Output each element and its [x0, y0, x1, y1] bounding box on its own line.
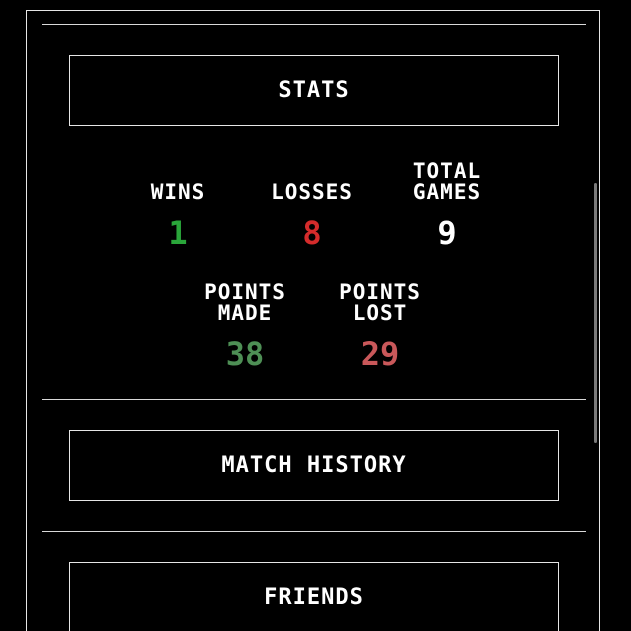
stats-button[interactable]: STATS — [69, 55, 559, 126]
total-games-value: 9 — [437, 214, 457, 252]
total-games-label: TOTAL GAMES — [412, 159, 482, 204]
scrollbar-thumb[interactable] — [594, 183, 597, 443]
friends-button-label: FRIENDS — [264, 585, 364, 610]
points-made-label: POINTS MADE — [204, 280, 286, 325]
points-made-value: 38 — [225, 335, 265, 373]
match-history-button-label: MATCH HISTORY — [221, 453, 407, 478]
wins-stat: WINS 1 — [118, 180, 238, 252]
match-history-divider — [42, 531, 586, 532]
match-history-button[interactable]: MATCH HISTORY — [69, 430, 559, 501]
wins-label: WINS — [150, 180, 206, 204]
losses-label: LOSSES — [271, 180, 353, 204]
points-lost-stat: POINTS LOST 29 — [320, 280, 440, 373]
losses-stat: LOSSES 8 — [252, 180, 372, 252]
friends-button[interactable]: FRIENDS — [69, 562, 559, 631]
total-games-stat: TOTAL GAMES 9 — [387, 159, 507, 252]
points-lost-label: POINTS LOST — [339, 280, 421, 325]
losses-value: 8 — [302, 214, 322, 252]
wins-value: 1 — [168, 214, 188, 252]
top-divider — [42, 24, 586, 25]
stats-button-label: STATS — [278, 78, 350, 103]
points-lost-value: 29 — [360, 335, 400, 373]
points-made-stat: POINTS MADE 38 — [185, 280, 305, 373]
stats-divider — [42, 399, 586, 400]
